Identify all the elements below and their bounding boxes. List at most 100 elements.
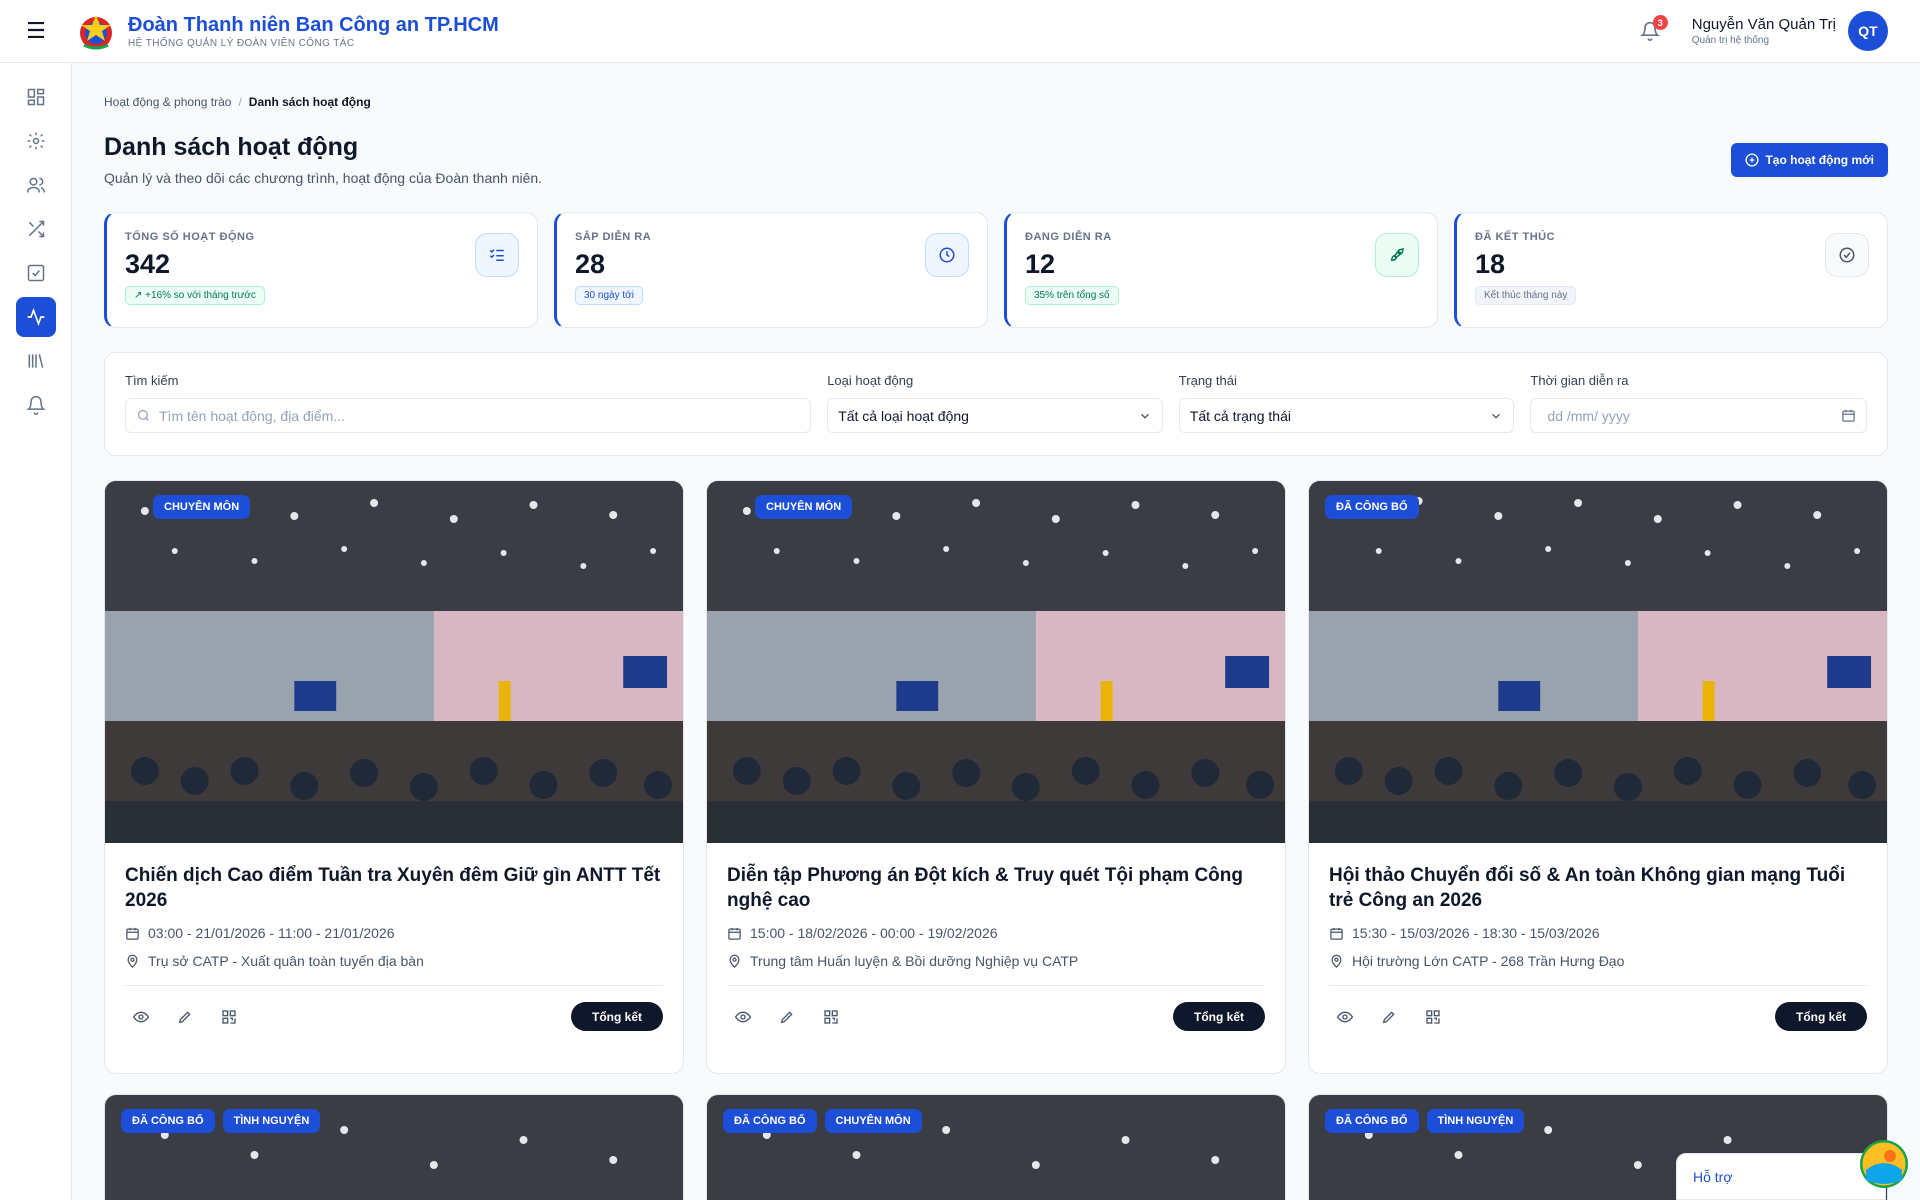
activity-photo: ĐÃ CÔNG BỐ CHUYÊN MÔN xyxy=(707,1095,1285,1200)
sidebar-item-library[interactable] xyxy=(16,341,56,381)
search-icon xyxy=(137,409,149,421)
tag-list: ĐÃ CÔNG BỐ xyxy=(1325,495,1419,519)
category-tag: TÌNH NGUYỆN xyxy=(1426,1109,1525,1133)
gear-icon xyxy=(27,132,44,150)
sidebar-item-dashboard[interactable] xyxy=(16,77,56,117)
activity-title[interactable]: Hội thảo Chuyển đổi số & An toàn Không g… xyxy=(1329,863,1867,913)
summary-button[interactable]: Tổng kết xyxy=(1775,1002,1867,1031)
stat-value: 18 xyxy=(1475,249,1506,279)
calendar-icon xyxy=(728,927,741,940)
calendar-icon[interactable] xyxy=(1841,408,1856,423)
checklist-icon xyxy=(475,233,519,277)
brand-subtitle: HỆ THỐNG QUẢN LÝ ĐOÀN VIÊN CÔNG TÁC xyxy=(128,37,355,49)
sidebar-item-settings[interactable] xyxy=(16,121,56,161)
activity-location: Trụ sở CATP - Xuất quân toàn tuyến địa b… xyxy=(125,953,663,969)
checkbox-icon xyxy=(27,264,44,282)
qr-code-icon[interactable] xyxy=(819,1005,843,1029)
menu-toggle-icon[interactable]: ☰ xyxy=(0,0,72,63)
type-label: Loại hoạt động xyxy=(827,373,914,388)
sidebar xyxy=(0,63,72,1200)
activity-photo: ĐÃ CÔNG BỐ xyxy=(1309,481,1887,843)
sidebar-item-notifications[interactable] xyxy=(16,385,56,425)
activity-card[interactable]: ĐÃ CÔNG BỐ TÌNH NGUYỆN xyxy=(104,1094,684,1200)
location-pin-icon xyxy=(729,954,740,968)
category-tag: CHUYÊN MÔN xyxy=(153,495,251,519)
date-input[interactable]: dd /mm/ yyyy xyxy=(1530,398,1868,433)
breadcrumb-parent[interactable]: Hoạt động & phong trào xyxy=(104,95,231,109)
user-info[interactable]: Nguyễn Văn Quản Trị Quản trị hệ thống xyxy=(1692,16,1836,46)
support-widget[interactable]: Hỗ trợ xyxy=(1676,1153,1886,1200)
plus-circle-icon xyxy=(1745,153,1759,167)
activity-location: Trung tâm Huấn luyện & Bồi dưỡng Nghiệp … xyxy=(727,953,1265,969)
qr-code-icon[interactable] xyxy=(1421,1005,1445,1029)
activity-title[interactable]: Chiến dịch Cao điểm Tuần tra Xuyên đêm G… xyxy=(125,863,663,913)
summary-button[interactable]: Tổng kết xyxy=(571,1002,663,1031)
users-icon xyxy=(26,177,45,193)
activity-time: 03:00 - 21/01/2026 - 11:00 - 21/01/2026 xyxy=(125,925,663,941)
stat-value: 28 xyxy=(575,249,606,279)
activity-photo: CHUYÊN MÔN xyxy=(707,481,1285,843)
view-icon[interactable] xyxy=(1333,1005,1357,1029)
qr-code-icon[interactable] xyxy=(217,1005,241,1029)
activity-icon xyxy=(27,307,44,327)
stat-value: 342 xyxy=(125,249,171,279)
library-icon xyxy=(28,354,43,368)
tag-list: CHUYÊN MÔN xyxy=(755,495,853,519)
location-pin-icon xyxy=(127,954,138,968)
tag-list: CHUYÊN MÔN xyxy=(153,495,251,519)
activity-card[interactable]: CHUYÊN MÔN Diễn tập Phương án Đột kích &… xyxy=(706,480,1286,1074)
avatar[interactable]: QT xyxy=(1848,11,1888,51)
create-activity-button[interactable]: Tạo hoạt động mới xyxy=(1731,143,1888,177)
view-icon[interactable] xyxy=(731,1005,755,1029)
support-avatar-icon[interactable] xyxy=(1860,1140,1908,1188)
category-tag: CHUYÊN MÔN xyxy=(824,1109,922,1133)
edit-icon[interactable] xyxy=(1377,1005,1401,1029)
stat-chip: 30 ngày tới xyxy=(575,286,643,305)
stats-row: TỔNG SỐ HOẠT ĐỘNG 342 ↗ +16% so với thán… xyxy=(104,212,1888,328)
stat-card-total: TỔNG SỐ HOẠT ĐỘNG 342 ↗ +16% so với thán… xyxy=(104,212,538,328)
activity-title[interactable]: Diễn tập Phương án Đột kích & Truy quét … xyxy=(727,863,1265,913)
activity-card[interactable]: CHUYÊN MÔN Chiến dịch Cao điểm Tuần tra … xyxy=(104,480,684,1074)
top-header: ☰ Đoàn Thanh niên Ban Công an TP.HCM HỆ … xyxy=(0,0,1920,63)
create-activity-label: Tạo hoạt động mới xyxy=(1765,153,1874,167)
activity-time: 15:00 - 18/02/2026 - 00:00 - 19/02/2026 xyxy=(727,925,1265,941)
rocket-icon xyxy=(1375,233,1419,277)
filter-panel: Tìm kiếm Loại hoạt động Tất cả loại hoạt… xyxy=(104,352,1888,456)
dashboard-icon xyxy=(27,88,44,106)
category-tag: TÌNH NGUYỆN xyxy=(222,1109,321,1133)
status-tag: ĐÃ CÔNG BỐ xyxy=(1325,1109,1419,1133)
status-tag: ĐÃ CÔNG BỐ xyxy=(723,1109,817,1133)
calendar-icon xyxy=(1330,927,1343,940)
status-label: Trạng thái xyxy=(1178,373,1237,388)
breadcrumb-current: Danh sách hoạt động xyxy=(248,95,371,109)
stat-card-ongoing: ĐANG DIỄN RA 12 35% trên tổng số xyxy=(1004,212,1438,328)
user-role: Quản trị hệ thống xyxy=(1691,35,1770,46)
status-select[interactable]: Tất cả trạng thái xyxy=(1178,398,1515,433)
activity-card-grid: CHUYÊN MÔN Chiến dịch Cao điểm Tuần tra … xyxy=(104,480,1888,1200)
sidebar-item-activities[interactable] xyxy=(15,297,56,337)
edit-icon[interactable] xyxy=(173,1005,197,1029)
summary-button[interactable]: Tổng kết xyxy=(1173,1002,1265,1031)
category-tag: CHUYÊN MÔN xyxy=(755,495,853,519)
sidebar-item-members[interactable] xyxy=(16,165,56,205)
brand-title: Đoàn Thanh niên Ban Công an TP.HCM xyxy=(128,13,499,36)
activity-photo: ĐÃ CÔNG BỐ TÌNH NGUYỆN xyxy=(105,1095,683,1200)
search-input[interactable] xyxy=(159,407,801,424)
chevron-down-icon xyxy=(1492,413,1501,419)
activity-type-select[interactable]: Tất cả loại hoạt động xyxy=(827,398,1163,433)
activity-time: 15:30 - 15/03/2026 - 18:30 - 15/03/2026 xyxy=(1329,925,1867,941)
page-title: Danh sách hoạt động xyxy=(104,133,359,161)
activity-card[interactable]: ĐÃ CÔNG BỐ Hội thảo Chuyển đổi số & An t… xyxy=(1308,480,1888,1074)
activity-card[interactable]: ĐÃ CÔNG BỐ CHUYÊN MÔN xyxy=(706,1094,1286,1200)
stat-chip: 35% trên tổng số xyxy=(1025,286,1119,305)
youth-union-logo xyxy=(80,15,112,50)
sidebar-item-tasks[interactable] xyxy=(16,253,56,293)
sidebar-item-transfer[interactable] xyxy=(16,209,56,249)
view-icon[interactable] xyxy=(129,1005,153,1029)
tag-list: ĐÃ CÔNG BỐ TÌNH NGUYỆN xyxy=(121,1109,321,1133)
tag-list: ĐÃ CÔNG BỐ TÌNH NGUYỆN xyxy=(1325,1109,1525,1133)
clock-icon xyxy=(925,233,969,277)
notification-button[interactable]: 3 xyxy=(1636,15,1668,45)
edit-icon[interactable] xyxy=(775,1005,799,1029)
stat-card-upcoming: SẮP DIỄN RA 28 30 ngày tới xyxy=(554,212,988,328)
